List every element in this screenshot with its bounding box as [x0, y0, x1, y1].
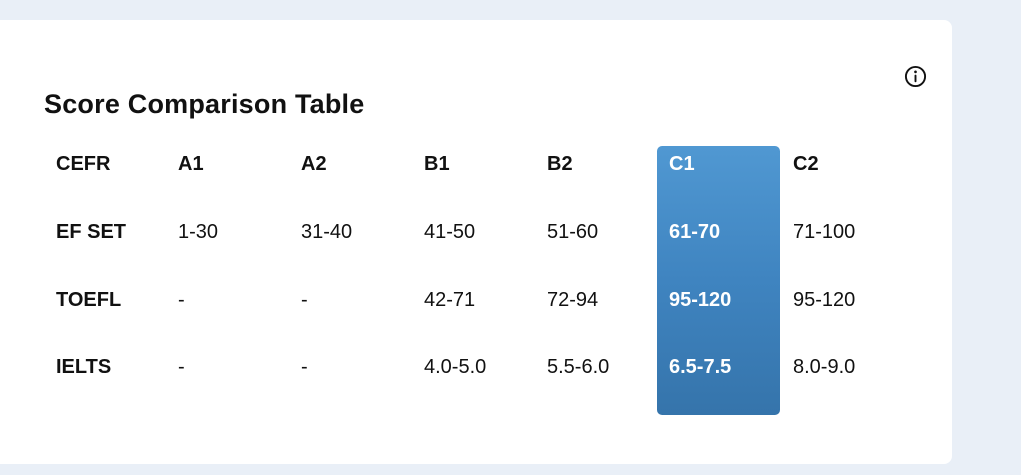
- row-label-ielts: IELTS: [56, 356, 112, 378]
- card-title: Score Comparison Table: [44, 89, 365, 119]
- cell-toefl-c1: 95-120: [669, 289, 732, 311]
- table-row-ielts: IELTS - - 4.0-5.0 5.5-6.0 6.5-7.5 8.0-9.…: [0, 349, 952, 385]
- cell-ielts-c1: 6.5-7.5: [669, 356, 732, 378]
- header-level-a1: A1: [178, 153, 204, 175]
- row-label-ef-set: EF SET: [56, 221, 127, 243]
- cell-ef-set-c1: 61-70: [669, 221, 721, 243]
- cell-ef-set-a1: 1-30: [178, 221, 219, 243]
- cell-ielts-b2: 5.5-6.0: [547, 356, 610, 378]
- header-level-c1: C1: [669, 153, 695, 175]
- cell-ef-set-c2: 71-100: [793, 221, 856, 243]
- header-level-b2: B2: [547, 153, 573, 175]
- cell-ef-set-a2: 31-40: [301, 221, 353, 243]
- cell-ef-set-b1: 41-50: [424, 221, 476, 243]
- cell-toefl-b2: 72-94: [547, 289, 599, 311]
- header-level-c2: C2: [793, 153, 819, 175]
- row-label-toefl: TOEFL: [56, 289, 122, 311]
- cell-ielts-a2: -: [301, 356, 308, 378]
- header-level-b1: B1: [424, 153, 450, 175]
- cell-ielts-a1: -: [178, 356, 185, 378]
- cell-toefl-a2: -: [301, 289, 308, 311]
- header-label-cefr: CEFR: [56, 153, 111, 175]
- cell-toefl-c2: 95-120: [793, 289, 856, 311]
- info-icon-graphic: [904, 65, 927, 88]
- cell-toefl-a1: -: [178, 289, 185, 311]
- cell-toefl-b1: 42-71: [424, 289, 476, 311]
- cell-ielts-c2: 8.0-9.0: [793, 356, 856, 378]
- table-row-toefl: TOEFL - - 42-71 72-94 95-120 95-120: [0, 282, 952, 318]
- table-header-row: CEFR A1 A2 B1 B2 C1 C2: [0, 146, 952, 182]
- cell-ef-set-b2: 51-60: [547, 221, 599, 243]
- info-icon[interactable]: [904, 65, 927, 88]
- cell-ielts-b1: 4.0-5.0: [424, 356, 487, 378]
- table-row-ef-set: EF SET 1-30 31-40 41-50 51-60 61-70 71-1…: [0, 214, 952, 250]
- header-level-a2: A2: [301, 153, 327, 175]
